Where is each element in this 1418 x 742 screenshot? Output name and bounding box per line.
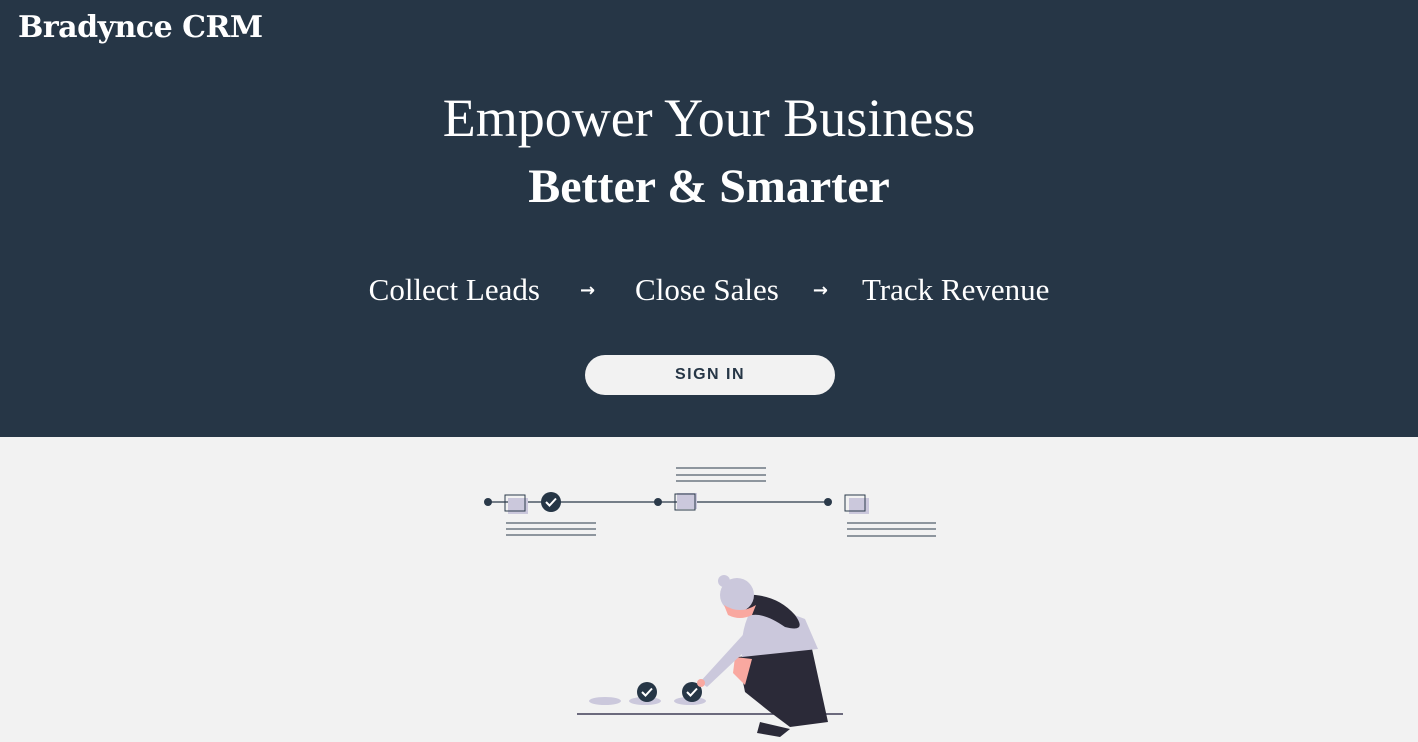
step-track-revenue: Track Revenue (861, 272, 1050, 307)
sign-in-button[interactable]: SIGN IN (585, 355, 835, 395)
timeline-checklist-illustration (484, 467, 936, 737)
step-collect-leads: Collect Leads (368, 272, 540, 307)
process-steps: Collect Leads → Close Sales → Track Reve… (0, 272, 1418, 308)
person-icon (697, 575, 828, 737)
brand-logo[interactable]: Bradynce CRM (18, 10, 263, 45)
timeline-card-icon (844, 494, 869, 514)
hero-section: Bradynce CRM Empower Your Business Bette… (0, 0, 1418, 437)
step-close-sales: Close Sales (635, 272, 779, 307)
hero-headline: Empower Your Business (442, 88, 976, 148)
arrow-right-icon: → (579, 279, 596, 301)
check-circle-icon (637, 682, 657, 702)
hero-subheadline: Better & Smarter (528, 160, 890, 213)
timeline-card-icon (504, 494, 528, 514)
check-circle-icon (541, 492, 561, 512)
timeline-card-icon (674, 493, 697, 511)
arrow-right-icon: → (812, 279, 828, 301)
